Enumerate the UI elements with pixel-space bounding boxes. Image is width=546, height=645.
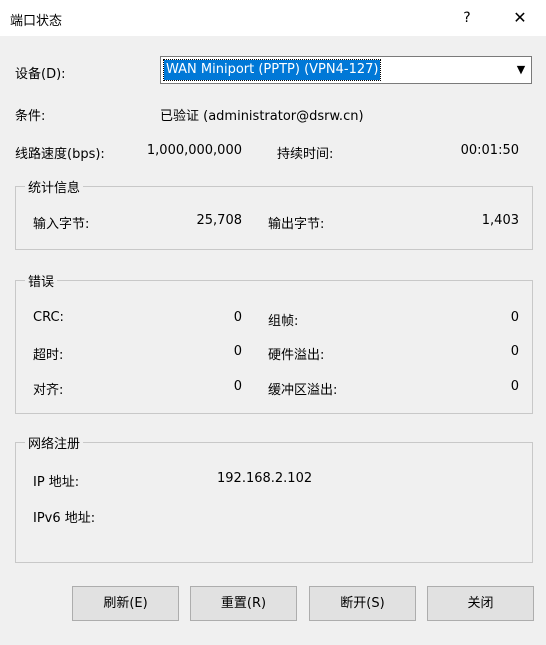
framing-label: 组帧: [268, 314, 299, 329]
buffer-overrun-label: 缓冲区溢出: [268, 383, 338, 398]
device-selected-value[interactable]: WAN Miniport (PPTP) (VPN4-127) [162, 59, 382, 81]
ip-address-label: IP 地址: [33, 475, 80, 490]
network-registration-group: 网络注册 [15, 433, 533, 563]
network-registration-group-title: 网络注册 [25, 433, 84, 452]
device-label: 设备(D): [15, 67, 66, 82]
line-speed-value: 1,000,000,000 [146, 143, 242, 158]
errors-group-title: 错误 [25, 271, 58, 290]
timeout-label: 超时: [33, 348, 64, 363]
duration-label: 持续时间: [277, 147, 334, 162]
line-speed-label: 线路速度(bps): [15, 147, 105, 162]
statistics-group-title: 统计信息 [25, 177, 84, 196]
ipv6-address-label: IPv6 地址: [33, 511, 96, 526]
disconnect-button[interactable]: 断开(S) [309, 586, 416, 621]
chevron-down-icon[interactable]: ▼ [510, 57, 531, 83]
bytes-in-label: 输入字节: [33, 217, 90, 232]
bytes-out-label: 输出字节: [268, 217, 325, 232]
condition-label: 条件: [15, 109, 46, 124]
buffer-overrun-value: 0 [510, 379, 519, 394]
framing-value: 0 [510, 310, 519, 325]
timeout-value: 0 [233, 344, 242, 359]
hardware-overrun-label: 硬件溢出: [268, 348, 325, 363]
close-window-button[interactable]: ✕ [505, 6, 535, 30]
bytes-in-value: 25,708 [196, 213, 243, 228]
hardware-overrun-value: 0 [510, 344, 519, 359]
bytes-out-value: 1,403 [481, 213, 519, 228]
help-button[interactable]: ? [452, 6, 482, 30]
crc-label: CRC: [33, 310, 64, 325]
window-title: 端口状态 [10, 14, 63, 29]
alignment-label: 对齐: [33, 383, 64, 398]
reset-button[interactable]: 重置(R) [190, 586, 297, 621]
refresh-button[interactable]: 刷新(E) [72, 586, 179, 621]
condition-value: 已验证 (administrator@dsrw.cn) [160, 109, 364, 124]
crc-value: 0 [233, 310, 242, 325]
ip-address-value: 192.168.2.102 [217, 471, 313, 486]
device-select[interactable]: WAN Miniport (PPTP) (VPN4-127) ▼ [160, 56, 532, 84]
close-button[interactable]: 关闭 [427, 586, 534, 621]
duration-value: 00:01:50 [460, 143, 519, 158]
title-bar: 端口状态 ? ✕ [0, 0, 546, 36]
alignment-value: 0 [233, 379, 242, 394]
